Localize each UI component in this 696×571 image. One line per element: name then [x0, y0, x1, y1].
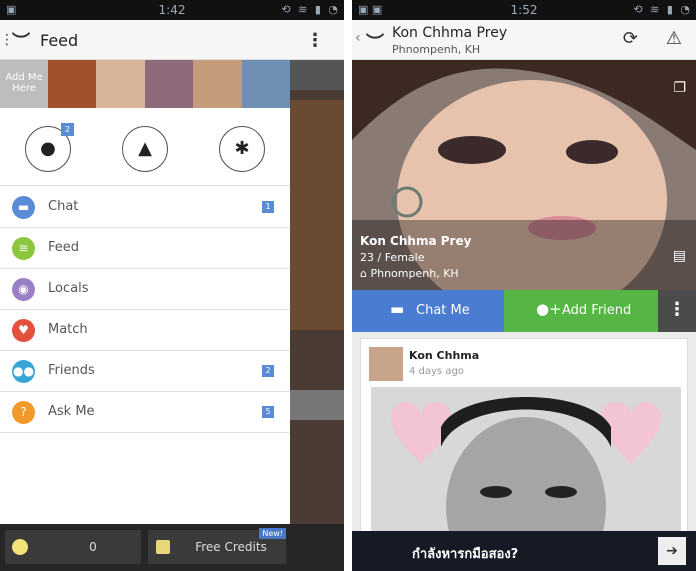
count-badge: 2 [262, 365, 274, 377]
add-person-icon: ●+ [536, 300, 562, 318]
feed-screen: ▣ 1:42 ⟲ ≋ ▮ ◔ ⋮ ︶ Feed ⋮ Add Me Here ● … [0, 0, 344, 571]
question-icon: ? [12, 401, 35, 424]
menu-item-label: Chat [48, 199, 79, 214]
count-badge: 1 [262, 201, 274, 213]
profile-photo[interactable]: ❐ ▤ Kon Chhma Prey 23 / Female ⌂ Phnompe… [352, 60, 696, 290]
menu-item-match[interactable]: ♥ Match [0, 310, 290, 351]
post-author[interactable]: Kon Chhma [409, 349, 479, 362]
heart-icon: ♥ [12, 319, 35, 342]
page-title: Feed [40, 31, 79, 50]
hero-name: Kon Chhma Prey [360, 234, 472, 248]
free-credits-label: Free Credits [195, 540, 267, 554]
user-thumbnail[interactable] [193, 60, 242, 108]
bottom-bar: 0 Free Credits New! [0, 524, 344, 571]
add-friend-button[interactable]: ●+ Add Friend [504, 290, 658, 332]
back-arrow-icon[interactable]: ‹ [355, 30, 361, 46]
chat-bubble-icon: ▬ [390, 300, 405, 318]
coin-count: 0 [89, 540, 97, 554]
overflow-menu-icon[interactable]: ⋮ [306, 30, 324, 51]
more-actions-icon[interactable]: ⋮ [658, 290, 696, 332]
profile-card-icon[interactable]: ▤ [673, 248, 686, 264]
profile-screen: ▣ ▣ 1:52 ⟲ ≋ ▮ ◔ ‹ ︶ Kon Chhma Prey Phno… [352, 0, 696, 571]
user-thumbnail[interactable] [48, 60, 97, 108]
user-thumbnail[interactable] [144, 60, 194, 108]
hero-age-gender: 23 / Female [360, 251, 425, 264]
menu-item-chat[interactable]: ▬ Chat 1 [0, 187, 290, 228]
menu-item-ask-me[interactable]: ? Ask Me 5 [0, 392, 290, 433]
coin-icon [12, 539, 28, 555]
coin-stack-icon [156, 540, 170, 554]
profile-header: ‹ ︶ Kon Chhma Prey Phnompenh, KH ⟳ ⚠ [352, 20, 696, 60]
status-bar: ▣ ▣ 1:52 ⟲ ≋ ▮ ◔ [352, 0, 696, 20]
count-badge: 5 [262, 406, 274, 418]
menu-item-label: Friends [48, 363, 95, 378]
background-content [290, 60, 344, 540]
app-bar: ⋮ ︶ Feed ⋮ [0, 20, 344, 60]
profile-badge: 2 [61, 123, 74, 136]
smile-logo-icon[interactable]: ︶ [12, 28, 30, 54]
menu-item-label: Match [48, 322, 88, 337]
hero-location: ⌂ Phnompenh, KH [360, 267, 459, 280]
menu-item-friends[interactable]: ●● Friends 2 [0, 351, 290, 392]
user-thumbnail[interactable] [96, 60, 145, 108]
feed-icon: ≡ [12, 237, 35, 260]
profile-location: Phnompenh, KH [392, 43, 481, 56]
gallery-icon[interactable]: ❐ [673, 80, 686, 96]
ad-text: กำลังหารกมือสอง? [412, 547, 519, 562]
settings-button[interactable]: ✱ [219, 126, 265, 172]
smile-logo-icon[interactable]: ︶ [366, 29, 384, 55]
profile-button[interactable]: ● 2 [25, 123, 74, 172]
add-me-here-button[interactable]: Add Me Here [0, 60, 48, 108]
photo-strip: Add Me Here [0, 60, 290, 108]
free-credits-button[interactable]: Free Credits New! [148, 528, 286, 564]
status-icons: ⟲ ≋ ▮ ◔ [633, 3, 692, 16]
post-timestamp: 4 days ago [409, 366, 464, 377]
profile-actions: ▬ Chat Me ●+ Add Friend ⋮ [352, 290, 696, 332]
arrow-right-icon[interactable]: ➔ [658, 537, 686, 565]
status-bar: ▣ 1:42 ⟲ ≋ ▮ ◔ [0, 0, 344, 20]
user-thumbnail[interactable] [241, 60, 290, 108]
menu-item-feed[interactable]: ≡ Feed [0, 228, 290, 269]
chat-icon: ▬ [12, 196, 35, 219]
menu-item-label: Feed [48, 240, 80, 255]
coins-button[interactable]: 0 [5, 530, 141, 564]
add-friend-label: Add Friend [562, 303, 632, 318]
notifications-button[interactable]: ▲ [122, 126, 168, 172]
gear-icon: ✱ [234, 138, 250, 159]
warning-icon[interactable]: ⚠ [666, 28, 682, 49]
quick-actions: ● 2 ▲ ✱ [0, 108, 290, 186]
location-pin-icon: ◉ [12, 278, 35, 301]
person-icon: ● [40, 138, 56, 159]
avatar[interactable] [369, 347, 403, 381]
ad-banner[interactable]: กำลังหารกมือสอง? ➔ [352, 531, 696, 571]
profile-name: Kon Chhma Prey [392, 25, 508, 41]
menu-item-label: Ask Me [48, 404, 95, 419]
navigation-drawer: ● 2 ▲ ✱ ▬ Chat 1 ≡ Feed ◉ Locals ♥ Match [0, 108, 290, 524]
chat-me-button[interactable]: ▬ Chat Me [352, 290, 504, 332]
refresh-icon[interactable]: ⟳ [623, 28, 638, 49]
bell-icon: ▲ [138, 138, 152, 159]
hero-location-text: Phnompenh, KH [370, 267, 459, 280]
menu-item-label: Locals [48, 281, 89, 296]
new-badge: New! [259, 528, 286, 539]
chat-me-label: Chat Me [416, 303, 470, 318]
screen-divider [344, 0, 352, 571]
menu-item-locals[interactable]: ◉ Locals [0, 269, 290, 310]
status-icons: ⟲ ≋ ▮ ◔ [281, 3, 340, 16]
people-icon: ●● [12, 360, 35, 383]
